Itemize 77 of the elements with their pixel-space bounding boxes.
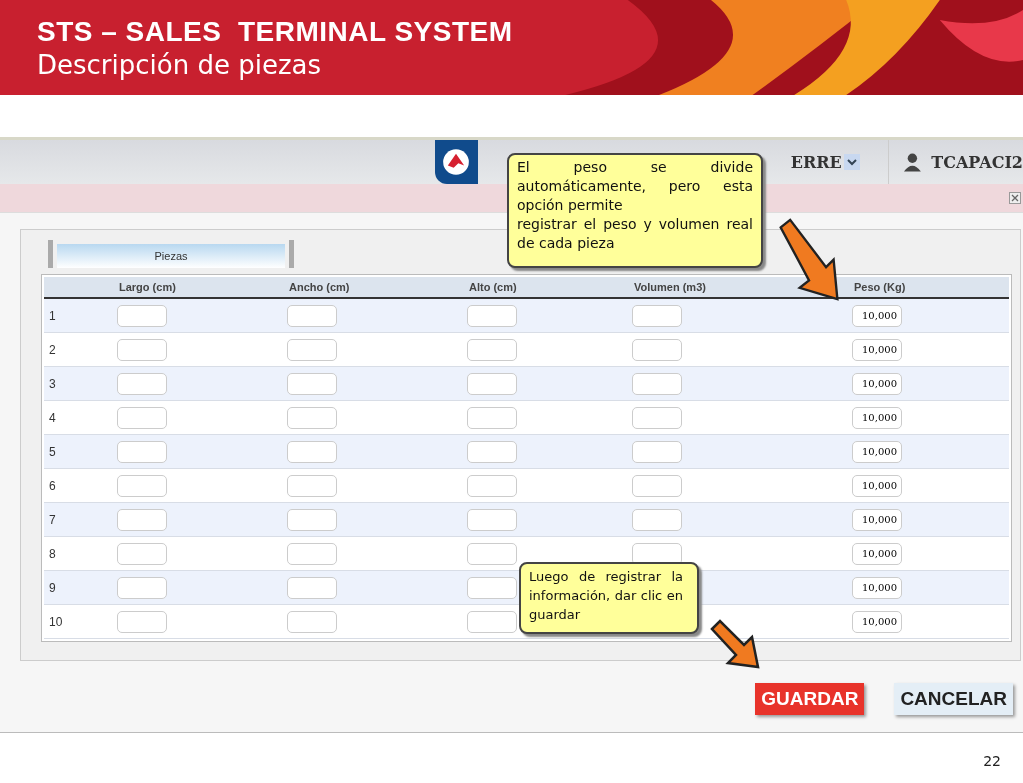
width-input[interactable] [287, 372, 337, 395]
height-input[interactable] [467, 372, 517, 395]
save-button[interactable]: GUARDAR [755, 683, 865, 715]
column-header: Volumen (m3) [633, 281, 707, 293]
width-input[interactable] [287, 508, 337, 531]
user-icon [902, 151, 922, 173]
volume-input[interactable] [632, 406, 682, 429]
cancel-button[interactable]: CANCELAR [894, 683, 1013, 715]
volume-input[interactable] [632, 474, 682, 497]
width-input[interactable] [287, 576, 337, 599]
width-input[interactable] [287, 610, 337, 633]
height-input[interactable] [467, 610, 517, 633]
volume-input[interactable] [632, 338, 682, 361]
column-header: Peso (Kg) [853, 281, 907, 293]
weight-input[interactable]: 10,000 [852, 406, 902, 429]
width-input[interactable] [287, 406, 337, 429]
column-header: Alto (cm) [468, 281, 518, 293]
dropdown-icon [843, 154, 860, 170]
width-input[interactable] [287, 542, 337, 565]
length-input[interactable] [117, 610, 167, 633]
row-number: 7 [48, 512, 57, 527]
height-input[interactable] [467, 304, 517, 327]
length-input[interactable] [117, 508, 167, 531]
weight-input[interactable]: 10,000 [852, 372, 902, 395]
weight-input[interactable]: 10,000 [852, 508, 902, 531]
callout-note: El peso se divide automáticamente, pero esta opción permite registrar el peso y volumen real de cada pieza [507, 153, 763, 268]
callout-note: Luego de registrar la información, dar clic en guardar [519, 562, 699, 634]
length-input[interactable] [117, 304, 167, 327]
length-input[interactable] [117, 338, 167, 361]
weight-input[interactable]: 10,000 [852, 474, 902, 497]
height-input[interactable] [467, 508, 517, 531]
page-number: 22 [983, 753, 1001, 769]
height-input[interactable] [467, 440, 517, 463]
length-input[interactable] [117, 406, 167, 429]
logo-icon [435, 140, 478, 184]
length-input[interactable] [117, 576, 167, 599]
arrow-icon [710, 619, 762, 671]
volume-input[interactable] [632, 542, 682, 565]
weight-input[interactable]: 10,000 [852, 440, 902, 463]
row-number: 9 [48, 580, 57, 595]
volume-input[interactable] [632, 508, 682, 531]
row-number: 5 [48, 444, 57, 459]
pieces-tab[interactable]: Piezas [48, 240, 294, 268]
slide-subtitle: Descripción de piezas [37, 50, 323, 80]
height-input[interactable] [467, 406, 517, 429]
weight-input[interactable]: 10,000 [852, 338, 902, 361]
height-input[interactable] [467, 576, 517, 599]
height-input[interactable] [467, 542, 517, 565]
row-number: 1 [48, 308, 57, 323]
row-number: 8 [48, 546, 57, 561]
row-number: 3 [48, 376, 57, 391]
volume-input[interactable] [632, 440, 682, 463]
close-icon[interactable] [1009, 192, 1021, 204]
column-header: Ancho (cm) [288, 281, 351, 293]
weight-input[interactable]: 10,000 [852, 576, 902, 599]
volume-input[interactable] [632, 372, 682, 395]
user-name: TCAPACI2 [931, 152, 1023, 172]
row-number: 6 [48, 478, 57, 493]
volume-input[interactable] [632, 304, 682, 327]
row-number: 4 [48, 410, 57, 425]
weight-input[interactable]: 10,000 [852, 304, 902, 327]
width-input[interactable] [287, 338, 337, 361]
weight-input[interactable]: 10,000 [852, 610, 902, 633]
width-input[interactable] [287, 304, 337, 327]
length-input[interactable] [117, 372, 167, 395]
height-input[interactable] [467, 338, 517, 361]
column-header: Largo (cm) [118, 281, 177, 293]
weight-input[interactable]: 10,000 [852, 542, 902, 565]
slide-title: STS – SALES TERMINAL SYSTEM [37, 16, 514, 48]
length-input[interactable] [117, 542, 167, 565]
length-input[interactable] [117, 474, 167, 497]
width-input[interactable] [287, 474, 337, 497]
length-input[interactable] [117, 440, 167, 463]
width-input[interactable] [287, 440, 337, 463]
height-input[interactable] [467, 474, 517, 497]
row-number: 10 [48, 614, 64, 629]
row-number: 2 [48, 342, 57, 357]
